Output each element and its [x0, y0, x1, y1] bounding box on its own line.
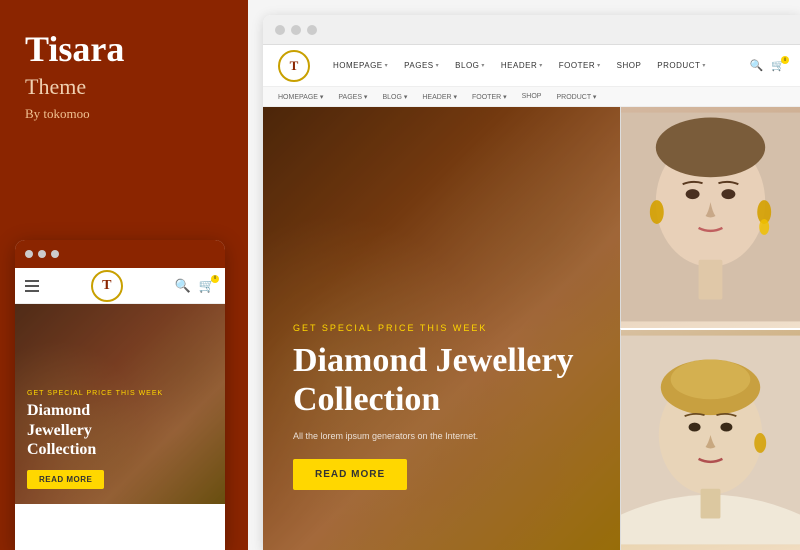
- mobile-hero-content: GET SPECIAL PRICE THIS WEEK DiamondJewel…: [27, 390, 213, 489]
- mobile-nav-icons: 🔍 🛒0: [175, 278, 215, 294]
- mobile-preview: T 🔍 🛒0 GET SPECIAL PRICE THIS WEEK Diamo…: [15, 240, 225, 550]
- nav2-item-2[interactable]: PAGES ▾: [338, 93, 367, 101]
- mobile-cta-button[interactable]: READ MORE: [27, 470, 104, 489]
- nav-item-pages[interactable]: PAGES ▾: [396, 61, 447, 70]
- desktop-hero: GET SPECIAL PRICE THIS WEEK Diamond Jewe…: [263, 107, 620, 550]
- cart-icon[interactable]: 🛒0: [199, 278, 215, 294]
- model-image-bottom: [620, 328, 800, 550]
- desktop-dot-2: [291, 25, 301, 35]
- desktop-hero-content: GET SPECIAL PRICE THIS WEEK Diamond Jewe…: [293, 323, 590, 490]
- mobile-dot-3: [51, 250, 59, 258]
- desktop-side-images: [620, 107, 800, 550]
- desktop-nav2: HOMEPAGE ▾ PAGES ▾ BLOG ▾ HEADER ▾ FOOTE…: [263, 87, 800, 107]
- nav2-item-3[interactable]: BLOG ▾: [382, 93, 407, 101]
- model-svg-1: [621, 112, 800, 322]
- mobile-nav: T 🔍 🛒0: [15, 268, 225, 304]
- desktop-cart-icon[interactable]: 🛒0: [771, 59, 785, 72]
- model-image-top: [620, 107, 800, 328]
- model-face-1: [621, 107, 800, 328]
- nav-item-header[interactable]: HEADER ▾: [493, 61, 551, 70]
- mobile-hero: GET SPECIAL PRICE THIS WEEK DiamondJewel…: [15, 304, 225, 504]
- nav2-item-4[interactable]: HEADER ▾: [422, 93, 457, 101]
- nav-item-shop[interactable]: SHOP: [609, 61, 650, 70]
- brand-subtitle: Theme: [25, 74, 223, 100]
- nav2-item-6[interactable]: SHOP: [522, 93, 542, 100]
- desktop-dot-3: [307, 25, 317, 35]
- model-face-2: [621, 330, 800, 550]
- desktop-nav-right: 🔍 🛒0: [750, 59, 785, 72]
- desktop-content: GET SPECIAL PRICE THIS WEEK Diamond Jewe…: [263, 107, 800, 550]
- nav2-item-5[interactable]: FOOTER ▾: [472, 93, 507, 101]
- search-icon[interactable]: 🔍: [175, 278, 191, 294]
- mobile-dot-1: [25, 250, 33, 258]
- mobile-top-bar: [15, 240, 225, 268]
- mobile-logo: T: [91, 270, 123, 302]
- mobile-dot-2: [38, 250, 46, 258]
- nav-item-blog[interactable]: BLOG ▾: [447, 61, 493, 70]
- desktop-dot-1: [275, 25, 285, 35]
- nav-item-product[interactable]: PRODUCT ▾: [649, 61, 714, 70]
- desktop-hero-desc: All the lorem ipsum generators on the In…: [293, 431, 590, 441]
- desktop-hero-title: Diamond JewelleryCollection: [293, 341, 590, 419]
- hamburger-icon[interactable]: [25, 280, 39, 292]
- mobile-promo-text: GET SPECIAL PRICE THIS WEEK: [27, 390, 213, 397]
- nav2-item-7[interactable]: PRODUCT ▾: [556, 93, 596, 101]
- right-panel: T HOMEPAGE ▾ PAGES ▾ BLOG ▾ HEADER ▾ FOO…: [248, 0, 800, 550]
- brand-title: Tisara: [25, 30, 223, 70]
- brand-by: By tokomoo: [25, 106, 223, 122]
- desktop-promo-text: GET SPECIAL PRICE THIS WEEK: [293, 323, 590, 333]
- desktop-logo: T: [278, 50, 310, 82]
- model-svg-2: [621, 335, 800, 545]
- desktop-nav-items: HOMEPAGE ▾ PAGES ▾ BLOG ▾ HEADER ▾ FOOTE…: [325, 61, 750, 70]
- mobile-hero-title: DiamondJewelleryCollection: [27, 401, 213, 459]
- left-panel: Tisara Theme By tokomoo T 🔍 🛒0: [0, 0, 248, 550]
- nav2-item-1[interactable]: HOMEPAGE ▾: [278, 93, 323, 101]
- desktop-cta-button[interactable]: READ More: [293, 459, 407, 490]
- desktop-top-bar: [263, 15, 800, 45]
- nav-item-homepage[interactable]: HOMEPAGE ▾: [325, 61, 396, 70]
- desktop-search-icon[interactable]: 🔍: [750, 59, 764, 72]
- desktop-nav: T HOMEPAGE ▾ PAGES ▾ BLOG ▾ HEADER ▾ FOO…: [263, 45, 800, 87]
- nav-item-footer[interactable]: FOOTER ▾: [551, 61, 609, 70]
- desktop-window: T HOMEPAGE ▾ PAGES ▾ BLOG ▾ HEADER ▾ FOO…: [263, 15, 800, 550]
